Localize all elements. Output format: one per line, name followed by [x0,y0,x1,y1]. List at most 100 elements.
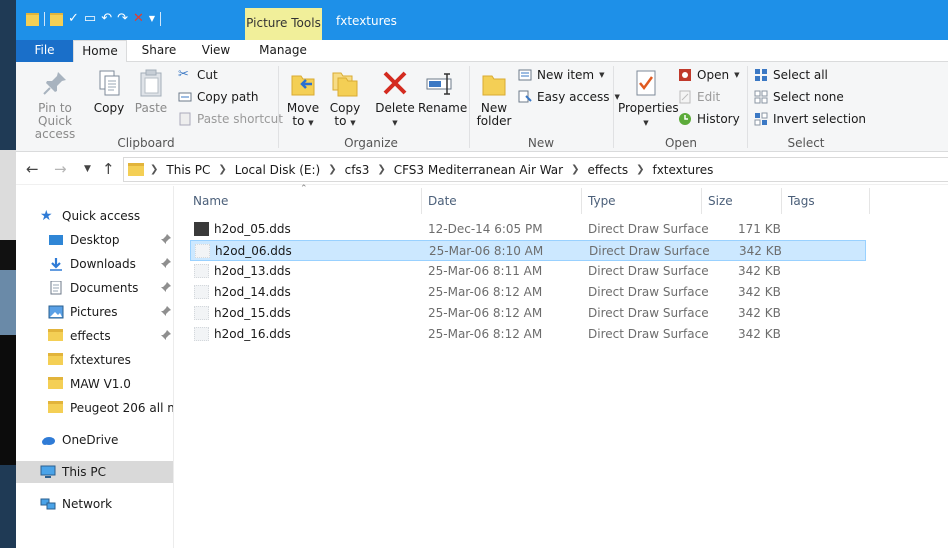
file-row[interactable]: h2od_05.dds 12-Dec-14 6:05 PM Direct Draw … [190,219,866,240]
sidebar-item-label: Quick access [62,209,141,223]
tab-manage[interactable]: Manage [251,40,315,62]
chevron-right-icon[interactable]: ❯ [150,164,158,175]
chevron-right-icon[interactable]: ❯ [571,164,579,175]
move-to-label-line2: to ▼ [286,115,320,130]
chevron-right-icon[interactable]: ❯ [328,164,336,175]
column-divider[interactable] [701,188,702,214]
column-divider[interactable] [581,188,582,214]
file-date: 25-Mar-06 8:11 AM [428,264,543,278]
edit-button[interactable]: Edit [678,88,720,106]
pin-icon[interactable] [161,281,171,295]
history-label: History [697,112,740,126]
breadcrumb-this-pc[interactable]: This PC [166,163,210,177]
desktop-image-strip [0,240,16,270]
sidebar-item-fxtextures[interactable]: fxtextures [16,349,173,371]
properties-dropdown[interactable]: ▼ [618,115,674,130]
tab-share[interactable]: Share [133,40,185,62]
sidebar-item-pictures[interactable]: Pictures [16,301,173,323]
recent-locations-chevron-icon[interactable]: ▼ [84,164,91,174]
file-row[interactable]: h2od_14.dds 25-Mar-06 8:12 AM Direct Draw … [190,282,866,303]
sidebar-item-network[interactable]: Network [16,493,173,515]
rename-button[interactable]: Rename [418,68,467,115]
breadcrumb-effects[interactable]: effects [587,163,628,177]
pin-to-quick-access-button[interactable]: Pin to Quick access [22,68,88,141]
breadcrumb-local-disk[interactable]: Local Disk (E:) [235,163,321,177]
sidebar-item-onedrive[interactable]: OneDrive [16,429,173,451]
cut-label: Cut [197,68,218,82]
delete-qat-icon[interactable]: ✕ [133,12,144,26]
sidebar-item-maw-v1-0[interactable]: MAW V1.0 [16,373,173,395]
checkmark-icon[interactable]: ✓ [68,12,79,26]
redo-icon[interactable]: ↷ [117,12,128,26]
breadcrumb-cfs3[interactable]: cfs3 [345,163,370,177]
easy-access-button[interactable]: Easy access ▼ [518,88,620,106]
new-folder-button[interactable]: New folder [476,68,512,128]
sidebar-item-desktop[interactable]: Desktop [16,229,173,251]
column-header-tags[interactable]: Tags [788,194,815,208]
column-divider[interactable] [869,188,870,214]
column-header-size[interactable]: Size [708,194,733,208]
sidebar-item-this-pc[interactable]: This PC [16,461,173,483]
sidebar-item-peugeot-206-all-mec[interactable]: Peugeot 206 all mec [16,397,173,419]
pin-icon[interactable] [161,233,171,247]
file-type: Direct Draw Surface [588,306,709,320]
file-row[interactable]: h2od_15.dds 25-Mar-06 8:12 AM Direct Draw … [190,303,866,324]
sidebar-item-downloads[interactable]: Downloads [16,253,173,275]
sidebar-item-quick-access[interactable]: ★ Quick access [16,205,173,227]
copy-icon [94,68,124,98]
dds-file-icon [195,244,210,258]
undo-icon[interactable]: ↶ [101,12,112,26]
copy-path-button[interactable]: Copy path [178,88,259,106]
navigation-bar: ← → ▼ ↑ ❯ This PC ❯ Local Disk (E:) ❯ cf… [16,153,948,185]
breadcrumb-fxtextures[interactable]: fxtextures [652,163,713,177]
column-header-date[interactable]: Date [428,194,457,208]
address-bar[interactable]: ❯ This PC ❯ Local Disk (E:) ❯ cfs3 ❯ CFS… [123,157,948,182]
history-button[interactable]: History [678,110,740,128]
tab-home[interactable]: Home [73,40,127,63]
column-divider[interactable] [781,188,782,214]
new-group-label: New [527,136,555,150]
cut-button[interactable]: ✂ Cut [178,66,218,84]
properties-qat-icon[interactable] [50,12,63,26]
delete-dropdown[interactable]: ▼ [374,115,416,130]
delete-button[interactable]: Delete ▼ [374,68,416,130]
pin-icon[interactable] [161,305,171,319]
tab-view[interactable]: View [192,40,240,62]
properties-button[interactable]: Properties ▼ [618,68,679,130]
pin-icon[interactable] [161,329,171,343]
folder-icon[interactable] [26,12,39,26]
pin-icon[interactable] [161,257,171,271]
paste-shortcut-button[interactable]: Paste shortcut [178,110,283,128]
explorer-screen: ✓ ▭ ↶ ↷ ✕ ▼ Picture Tools fxtextures Fil… [0,0,948,548]
copy-button[interactable]: Copy [92,68,126,115]
pane-divider[interactable] [173,186,174,548]
invert-selection-button[interactable]: Invert selection [754,110,866,128]
sidebar-item-documents[interactable]: Documents [16,277,173,299]
open-button[interactable]: Open ▼ [678,66,739,84]
file-row[interactable]: h2od_06.dds 25-Mar-06 8:10 AM Direct Draw … [190,240,866,261]
forward-arrow-icon[interactable]: → [54,160,67,178]
rename-qat-icon[interactable]: ▭ [84,12,96,26]
column-header-type[interactable]: Type [588,194,616,208]
breadcrumb-cfs3-maw[interactable]: CFS3 Mediterranean Air War [394,163,563,177]
chevron-right-icon[interactable]: ❯ [636,164,644,175]
back-arrow-icon[interactable]: ← [26,160,39,178]
up-arrow-icon[interactable]: ↑ [102,160,115,178]
column-header-name[interactable]: Name [193,194,228,208]
file-row[interactable]: h2od_16.dds 25-Mar-06 8:12 AM Direct Draw … [190,324,866,345]
tab-file[interactable]: File [16,40,73,62]
select-none-button[interactable]: Select none [754,88,844,106]
picture-tools-context-tab[interactable]: Picture Tools [245,8,322,40]
column-divider[interactable] [421,188,422,214]
chevron-right-icon[interactable]: ❯ [218,164,226,175]
copy-to-button[interactable]: Copy to ▼ [328,68,362,130]
sidebar-item-effects[interactable]: effects [16,325,173,347]
customize-qat-icon[interactable]: ▼ [149,12,155,26]
chevron-right-icon[interactable]: ❯ [377,164,385,175]
paste-button[interactable]: Paste [132,68,170,115]
open-icon [678,68,692,82]
new-item-button[interactable]: New item ▼ [518,66,605,84]
select-all-button[interactable]: Select all [754,66,828,84]
file-row[interactable]: h2od_13.dds 25-Mar-06 8:11 AM Direct Draw … [190,261,866,282]
move-to-button[interactable]: Move to ▼ [286,68,320,130]
